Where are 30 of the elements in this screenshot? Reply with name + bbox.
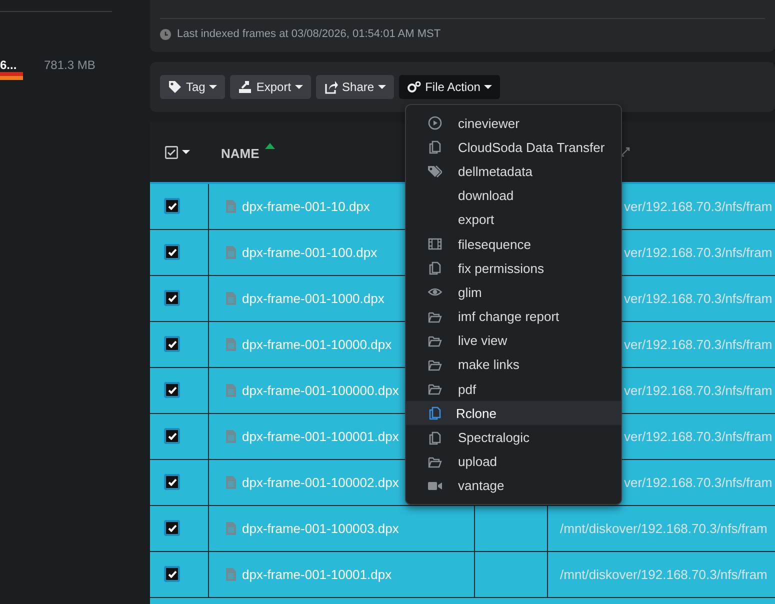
file-path: ver/192.168.70.3/nfs/fram — [624, 291, 772, 306]
volume-name[interactable]: 6... — [0, 58, 23, 72]
column-header[interactable]: NAME — [221, 146, 260, 161]
menu-item[interactable]: CloudSoda Data Transfer — [406, 135, 621, 160]
menu-item[interactable]: filesequence — [406, 232, 621, 256]
toolbar-button[interactable]: File Action — [399, 75, 500, 99]
last-indexed-text: Last indexed frames at 03/08/2026, 01:54:01 AM MST — [177, 28, 441, 40]
file-path: ver/192.168.70.3/nfs/fram — [624, 199, 772, 214]
menu-item[interactable]: Spectralogic — [406, 425, 621, 450]
file-path: ver/192.168.70.3/nfs/fram — [624, 337, 772, 352]
file-path: /mnt/diskover/192.168.70.3/nfs/fram — [560, 567, 768, 582]
volume-size: 781.3 MB — [44, 58, 96, 72]
file-path: ver/192.168.70.3/nfs/fram — [624, 475, 772, 490]
toolbar-button[interactable]: Share — [316, 75, 394, 99]
menu-item[interactable]: download — [406, 184, 621, 208]
file-path: ver/192.168.70.3/nfs/fram — [624, 429, 772, 444]
menu-item[interactable]: live view — [406, 328, 621, 353]
menu-item[interactable]: dellmetadata — [406, 159, 621, 184]
menu-item[interactable]: pdf — [406, 377, 621, 402]
menu-item[interactable]: make links — [406, 352, 621, 378]
menu-item[interactable]: vantage — [406, 474, 621, 498]
toolbar-button[interactable]: Export — [230, 75, 312, 99]
menu-item[interactable]: cineviewer — [406, 111, 621, 136]
toolbar-button[interactable]: Tag — [160, 75, 226, 99]
file-path: ver/192.168.70.3/nfs/fram — [624, 245, 772, 260]
menu-item[interactable]: Rclone — [406, 401, 621, 426]
file-path: /mnt/diskover/192.168.70.3/nfs/fram — [560, 521, 768, 536]
menu-item[interactable]: glim — [406, 280, 621, 304]
file-path: ver/192.168.70.3/nfs/fram — [624, 383, 772, 398]
menu-item[interactable]: export — [406, 208, 621, 232]
